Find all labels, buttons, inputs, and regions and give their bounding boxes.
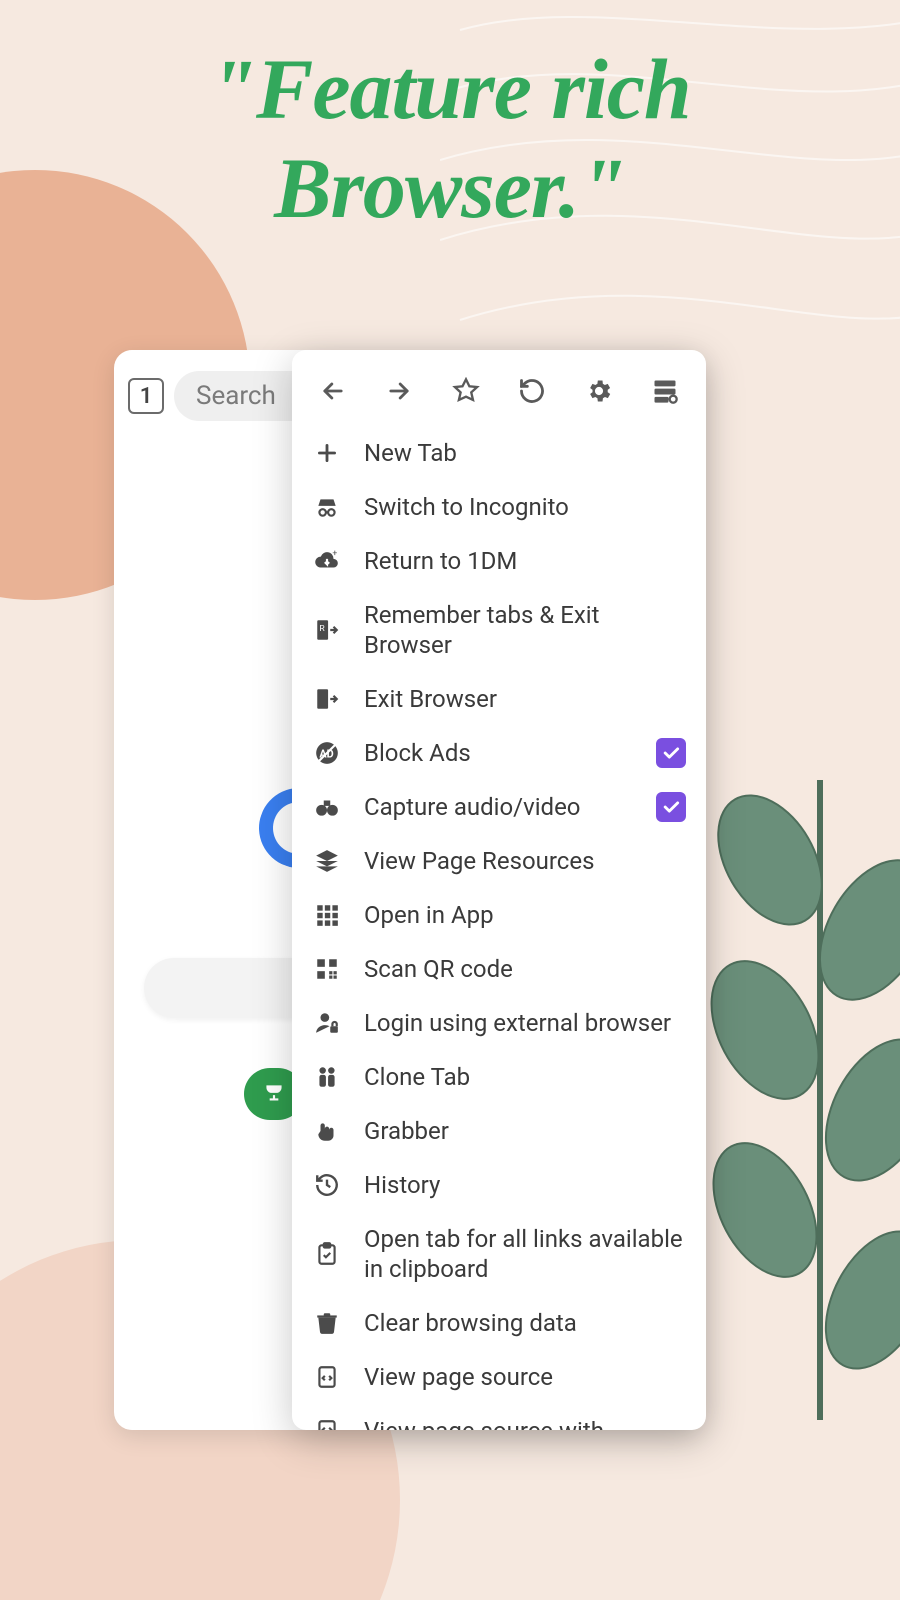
- checkbox-checked[interactable]: [656, 738, 686, 768]
- promo-headline: "Feature rich Browser.": [0, 40, 900, 238]
- menu-item-remember-exit[interactable]: R Remember tabs & Exit Browser: [292, 588, 706, 672]
- menu-item-incognito[interactable]: Switch to Incognito: [292, 480, 706, 534]
- browser-app: 1 Search: [114, 350, 704, 1430]
- people-icon: [312, 1064, 342, 1090]
- headline-line1: "Feature rich: [0, 40, 900, 139]
- exit-icon: [312, 686, 342, 712]
- server-settings-button[interactable]: [642, 368, 688, 414]
- history-icon: [312, 1172, 342, 1198]
- menu-item-scan-qr[interactable]: Scan QR code: [292, 942, 706, 996]
- menu-item-external-login[interactable]: Login using external browser: [292, 996, 706, 1050]
- menu-item-label: View Page Resources: [364, 846, 686, 876]
- trash-icon: [312, 1310, 342, 1336]
- menu-item-label: Exit Browser: [364, 684, 686, 714]
- menu-item-label: Block Ads: [364, 738, 634, 768]
- menu-item-clone-tab[interactable]: Clone Tab: [292, 1050, 706, 1104]
- menu-item-open-clipboard-links[interactable]: Open tab for all links available in clip…: [292, 1212, 706, 1296]
- back-button[interactable]: [310, 368, 356, 414]
- menu-item-grabber[interactable]: Grabber: [292, 1104, 706, 1158]
- menu-item-label: Clone Tab: [364, 1062, 686, 1092]
- fist-icon: [312, 1118, 342, 1144]
- menu-item-capture-av[interactable]: Capture audio/video: [292, 780, 706, 834]
- incognito-icon: [312, 494, 342, 520]
- menu-item-history[interactable]: History: [292, 1158, 706, 1212]
- menu-item-label: Switch to Incognito: [364, 492, 686, 522]
- code-file-3rd-icon: 3RD: [312, 1418, 342, 1430]
- headline-line2: Browser.": [0, 139, 900, 238]
- menu-item-open-in-app[interactable]: Open in App: [292, 888, 706, 942]
- svg-text:R: R: [319, 624, 325, 634]
- menu-item-label: Grabber: [364, 1116, 686, 1146]
- adblock-icon: AD: [312, 740, 342, 766]
- menu-item-label: Capture audio/video: [364, 792, 634, 822]
- svg-text:+: +: [332, 549, 337, 559]
- menu-item-label: Open in App: [364, 900, 686, 930]
- menu-item-label: Remember tabs & Exit Browser: [364, 600, 686, 660]
- menu-item-block-ads[interactable]: AD Block Ads: [292, 726, 706, 780]
- address-bar-placeholder: Search: [196, 381, 276, 411]
- menu-list: New Tab Switch to Incognito + Return to …: [292, 422, 706, 1430]
- overflow-menu: New Tab Switch to Incognito + Return to …: [292, 350, 706, 1430]
- tab-count-button[interactable]: 1: [128, 378, 164, 414]
- menu-item-view-source[interactable]: View page source: [292, 1350, 706, 1404]
- menu-item-view-source-with[interactable]: 3RD View page source with: [292, 1404, 706, 1430]
- menu-toolbar: [292, 350, 706, 422]
- qr-icon: [312, 956, 342, 982]
- menu-item-label: Return to 1DM: [364, 546, 686, 576]
- code-file-icon: [312, 1364, 342, 1390]
- settings-button[interactable]: [576, 368, 622, 414]
- forward-button[interactable]: [376, 368, 422, 414]
- menu-item-label: History: [364, 1170, 686, 1200]
- menu-item-label: View page source with: [364, 1416, 686, 1430]
- menu-item-page-resources[interactable]: View Page Resources: [292, 834, 706, 888]
- menu-item-label: Scan QR code: [364, 954, 686, 984]
- grid-icon: [312, 902, 342, 928]
- layers-icon: [312, 848, 342, 874]
- binoculars-icon: [312, 794, 342, 820]
- remember-exit-icon: R: [312, 617, 342, 643]
- menu-item-return-1dm[interactable]: + Return to 1DM: [292, 534, 706, 588]
- bg-leaf: [710, 780, 900, 1420]
- menu-item-label: Open tab for all links available in clip…: [364, 1224, 686, 1284]
- cloud-download-icon: +: [312, 548, 342, 574]
- user-lock-icon: [312, 1010, 342, 1036]
- checkbox-checked[interactable]: [656, 792, 686, 822]
- menu-item-label: Clear browsing data: [364, 1308, 686, 1338]
- clipboard-check-icon: [312, 1241, 342, 1267]
- tab-count-value: 1: [140, 384, 153, 409]
- menu-item-new-tab[interactable]: New Tab: [292, 426, 706, 480]
- menu-item-exit-browser[interactable]: Exit Browser: [292, 672, 706, 726]
- menu-item-label: View page source: [364, 1362, 686, 1392]
- bookmark-button[interactable]: [443, 368, 489, 414]
- menu-item-clear-data[interactable]: Clear browsing data: [292, 1296, 706, 1350]
- menu-item-label: New Tab: [364, 438, 686, 468]
- plus-icon: [312, 440, 342, 466]
- reload-button[interactable]: [509, 368, 555, 414]
- menu-item-label: Login using external browser: [364, 1008, 686, 1038]
